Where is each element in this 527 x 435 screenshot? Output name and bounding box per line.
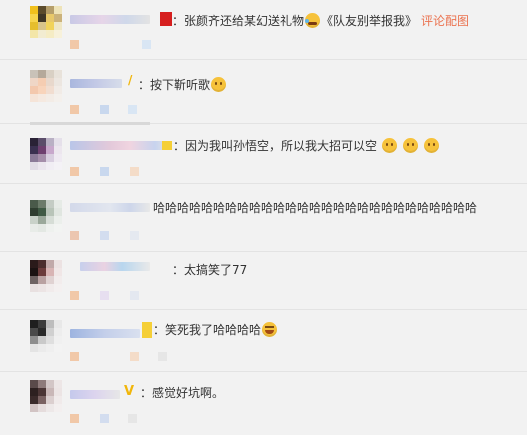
like-icon[interactable]: [128, 105, 137, 114]
avatar[interactable]: [30, 70, 62, 102]
avatar[interactable]: [30, 200, 62, 232]
cat-face-icon: [402, 138, 418, 153]
avatar[interactable]: [30, 6, 62, 38]
comment-text: ：感觉好坑啊。: [140, 385, 224, 401]
colon: ：: [172, 14, 185, 28]
cat-face-icon: [381, 138, 397, 153]
comment-row: / ：按下靳听歌: [0, 60, 527, 124]
colon: ：: [138, 78, 151, 92]
grin-laugh-icon: [262, 322, 278, 337]
user-badge-icon: [160, 12, 172, 26]
timestamp: [70, 291, 79, 300]
comment-text: 哈哈哈哈哈哈哈哈哈哈哈哈哈哈哈哈哈哈哈哈哈哈哈哈哈哈哈: [153, 200, 477, 216]
reply-icon[interactable]: [130, 352, 139, 361]
colon: ：: [153, 323, 166, 337]
comment-body: 感觉好坑啊。: [152, 386, 225, 400]
reply-icon[interactable]: [142, 40, 151, 49]
username[interactable]: [70, 79, 122, 88]
vip-badge-icon: [142, 322, 152, 338]
like-icon[interactable]: [128, 414, 137, 423]
like-icon[interactable]: [130, 231, 139, 240]
comment-text: ：太搞笑了77: [172, 262, 247, 278]
username[interactable]: [70, 390, 120, 399]
timestamp: [70, 105, 79, 114]
avatar[interactable]: [30, 260, 62, 292]
vip-badge-icon: V: [124, 384, 135, 399]
username[interactable]: [70, 15, 150, 24]
username[interactable]: [70, 141, 170, 150]
comment-row: ：太搞笑了77: [0, 252, 527, 310]
comment-body: 张颜齐还给某幻送礼物: [184, 14, 305, 28]
comment-body: 笑死我了哈哈哈哈: [165, 323, 262, 337]
cat-face-icon: [423, 138, 439, 153]
comment-text: ：张颜齐还给某幻送礼物 《队友别举报我》 评论配图: [172, 13, 469, 29]
timestamp: [70, 352, 79, 361]
like-icon[interactable]: [158, 352, 167, 361]
reply-icon[interactable]: [100, 105, 109, 114]
comment-body: 按下靳听歌: [150, 78, 211, 92]
timestamp: [70, 167, 79, 176]
avatar[interactable]: [30, 380, 62, 412]
tear-laugh-icon: [305, 13, 321, 28]
timestamp: [70, 414, 79, 423]
comment-row: ：张颜齐还给某幻送礼物 《队友别举报我》 评论配图: [0, 0, 527, 60]
reply-icon[interactable]: [100, 167, 109, 176]
timestamp: [70, 231, 79, 240]
reply-icon[interactable]: [100, 231, 109, 240]
comment-row: ：因为我叫孙悟空，所以我大招可以空: [0, 124, 527, 184]
comment-list: ：张颜齐还给某幻送礼物 《队友别举报我》 评论配图 / ：按下靳听歌 ：因为我叫…: [0, 0, 527, 435]
timestamp: [70, 40, 79, 49]
comment-body: 哈哈哈哈哈哈哈哈哈哈哈哈哈哈哈哈哈哈哈哈哈哈哈哈哈哈哈: [153, 201, 478, 215]
username[interactable]: [70, 203, 150, 212]
colon: ：: [172, 263, 185, 277]
comment-row: V ：感觉好坑啊。: [0, 372, 527, 435]
comment-text: ：笑死我了哈哈哈哈: [153, 322, 278, 338]
reply-icon[interactable]: [100, 291, 109, 300]
song-title[interactable]: 《队友别举报我》: [321, 14, 417, 28]
colon: ：: [173, 139, 186, 153]
like-icon[interactable]: [130, 167, 139, 176]
username[interactable]: [70, 329, 140, 338]
vip-badge-icon: [162, 141, 172, 150]
username[interactable]: [80, 262, 150, 271]
comment-body: 太搞笑了77: [184, 263, 248, 277]
comment-row: ：笑死我了哈哈哈哈: [0, 310, 527, 372]
like-icon[interactable]: [130, 291, 139, 300]
comment-body: 因为我叫孙悟空，所以我大招可以空: [185, 139, 378, 153]
colon: ：: [140, 386, 153, 400]
comment-text: ：按下靳听歌: [138, 77, 227, 93]
avatar[interactable]: [30, 320, 62, 352]
cat-face-icon: [211, 77, 227, 92]
comment-row: 哈哈哈哈哈哈哈哈哈哈哈哈哈哈哈哈哈哈哈哈哈哈哈哈哈哈哈: [0, 184, 527, 252]
avatar[interactable]: [30, 138, 62, 170]
comment-text: ：因为我叫孙悟空，所以我大招可以空: [173, 138, 440, 154]
reply-icon[interactable]: [100, 414, 109, 423]
view-image-link[interactable]: 评论配图: [421, 14, 469, 28]
vip-mark: /: [128, 73, 133, 87]
